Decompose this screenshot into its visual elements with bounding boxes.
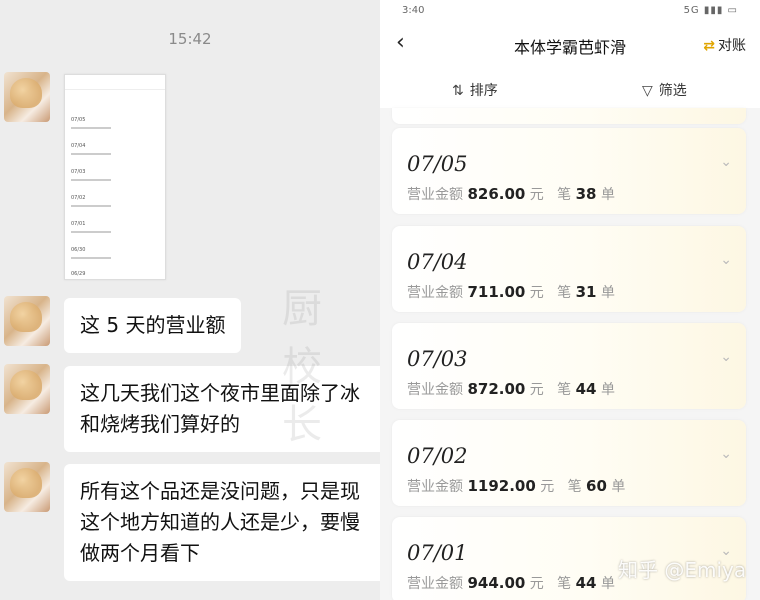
thumb-date: 06/29: [71, 271, 86, 277]
status-icons: 5G ▮▮▮ ▭: [683, 5, 738, 16]
filter-bar: ⇅ 排序 ▽ 筛选: [380, 68, 760, 108]
status-time: 3:40: [402, 5, 425, 16]
record-summary: 营业金额 944.00 元 笔 44 单: [407, 574, 615, 592]
record-summary: 营业金额 826.00 元 笔 38 单: [407, 185, 615, 203]
status-bar: 3:40 5G ▮▮▮ ▭: [380, 0, 760, 22]
nav-bar: ‹ 本体学霸芭虾滑 ⇄ 对账: [380, 22, 760, 68]
swap-icon: ⇄: [703, 38, 715, 54]
sort-icon: ⇅: [452, 83, 464, 99]
list-item[interactable]: 07/03 营业金额 872.00 元 笔 44 单 ⌄: [392, 323, 746, 409]
message-text: 这个地方知道的人还是少，要慢: [80, 510, 360, 534]
record-date: 07/03: [407, 347, 468, 371]
record-date: 07/05: [407, 152, 468, 176]
bill-label: 对账: [718, 38, 746, 54]
record-date: 07/02: [407, 444, 468, 468]
screenshot-thumbnail[interactable]: 07/05 07/04 07/03 07/02 07/01 06/30 06/2…: [64, 74, 166, 280]
list-item[interactable]: 07/05 营业金额 826.00 元 笔 38 单 ⌄: [392, 128, 746, 214]
chevron-down-icon[interactable]: ⌄: [720, 446, 732, 462]
record-date: 07/01: [407, 541, 468, 565]
thumb-date: 07/02: [71, 195, 86, 201]
chat-message[interactable]: 这 5 天的营业额: [64, 298, 242, 353]
filter-label: 筛选: [658, 83, 687, 99]
watermark-text: 厨校长: [282, 286, 344, 448]
thumb-date: 07/03: [71, 169, 86, 175]
chevron-down-icon[interactable]: ⌄: [720, 349, 732, 365]
chevron-down-icon[interactable]: ⌄: [720, 154, 732, 170]
message-text: 这 5 天的营业额: [80, 313, 226, 337]
record-summary: 营业金额 711.00 元 笔 31 单: [407, 283, 615, 301]
avatar[interactable]: [4, 72, 50, 122]
sort-label: 排序: [469, 83, 498, 99]
record-date: 07/04: [407, 250, 468, 274]
funnel-icon: ▽: [642, 83, 653, 99]
list-item[interactable]: 07/04 营业金额 711.00 元 笔 31 单 ⌄: [392, 226, 746, 312]
watermark-text: 知乎 @Emiya: [618, 558, 747, 582]
thumb-date: 07/05: [71, 117, 86, 123]
thumb-date: 06/30: [71, 247, 86, 253]
avatar[interactable]: [4, 462, 50, 512]
record-summary: 营业金额 1192.00 元 笔 60 单: [407, 477, 626, 495]
chat-message[interactable]: 所有这个品还是没问题，只是现 这个地方知道的人还是少，要慢 做两个月看下: [64, 464, 380, 581]
message-text: 所有这个品还是没问题，只是现: [80, 479, 360, 503]
chat-timestamp: 15:42: [168, 30, 212, 48]
sort-button[interactable]: ⇅ 排序: [452, 80, 498, 100]
message-text: 做两个月看下: [80, 541, 200, 565]
bill-button[interactable]: ⇄ 对账: [703, 35, 746, 55]
filter-button[interactable]: ▽ 筛选: [642, 80, 687, 100]
record-summary: 营业金额 872.00 元 笔 44 单: [407, 380, 615, 398]
avatar[interactable]: [4, 296, 50, 346]
list-item: [392, 108, 746, 124]
thumb-date: 07/01: [71, 221, 86, 227]
chevron-down-icon[interactable]: ⌄: [720, 252, 732, 268]
list-item[interactable]: 07/02 营业金额 1192.00 元 笔 60 单 ⌄: [392, 420, 746, 506]
avatar[interactable]: [4, 364, 50, 414]
thumb-date: 07/04: [71, 143, 86, 149]
app-panel: 3:40 5G ▮▮▮ ▭ ‹ 本体学霸芭虾滑 ⇄ 对账 ⇅ 排序 ▽ 筛选 07/0…: [380, 0, 760, 600]
chat-panel: 15:42 07/05 07/04 07/03 07/02 07/01 06/3…: [0, 0, 380, 600]
